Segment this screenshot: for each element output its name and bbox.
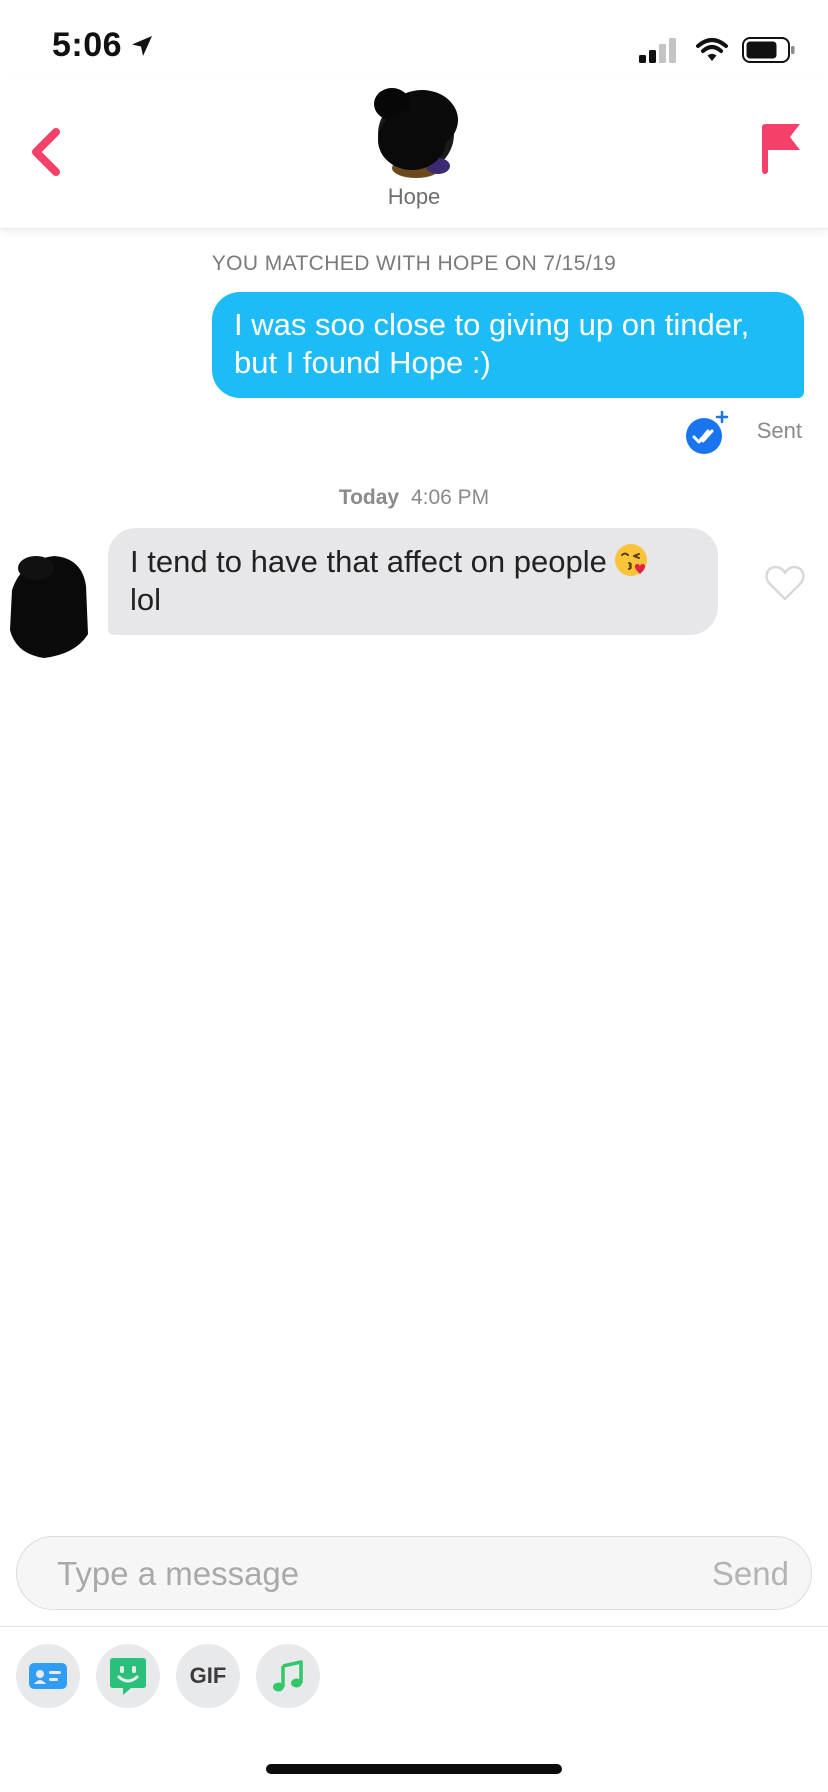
cellular-signal-icon [639,38,676,63]
toolbar-divider [0,1626,828,1627]
message-timestamp: Today 4:06 PM [0,486,828,510]
face-blowing-a-kiss-emoji [614,544,647,576]
heart-outline-icon[interactable] [764,564,806,602]
sent-message-bubble[interactable]: I was soo close to giving up on tinder, … [212,292,804,398]
gif-button[interactable]: GIF [176,1644,240,1708]
received-message-text: I tend to have that affect on people [130,544,607,579]
message-composer: Send [16,1536,812,1611]
status-time: 5:06 [52,26,123,64]
wifi-icon [696,38,728,61]
music-button[interactable] [256,1644,320,1708]
sticker-button[interactable] [96,1644,160,1708]
contact-name[interactable]: Hope [0,184,828,210]
chevron-left-icon[interactable] [24,122,68,182]
contact-avatar[interactable] [366,82,462,186]
gif-icon: GIF [189,1663,227,1688]
sender-avatar[interactable] [6,550,90,662]
status-indicators [638,36,796,64]
received-message-text-after: lol [130,582,162,617]
timestamp-day: Today [338,486,400,509]
send-button[interactable]: Send [712,1555,789,1593]
home-indicator[interactable] [266,1764,562,1774]
sticker-face-icon [110,1658,146,1695]
received-message-bubble[interactable]: I tend to have that affect on people lol [108,528,718,635]
status-time-group: 5:06 [52,26,154,65]
contact-card-icon [29,1663,67,1689]
battery-icon [742,37,795,63]
music-note-icon [273,1660,303,1692]
match-banner: YOU MATCHED WITH HOPE ON 7/15/19 [211,252,617,275]
flag-icon[interactable] [758,120,802,176]
timestamp-time: 4:06 PM [410,486,490,509]
message-input[interactable] [55,1537,619,1611]
contact-card-button[interactable] [16,1644,80,1708]
chat-header: Hope [0,78,828,229]
double-check-plus-icon[interactable] [684,408,732,456]
location-arrow-icon [132,35,153,56]
sent-status: Sent [756,418,802,443]
